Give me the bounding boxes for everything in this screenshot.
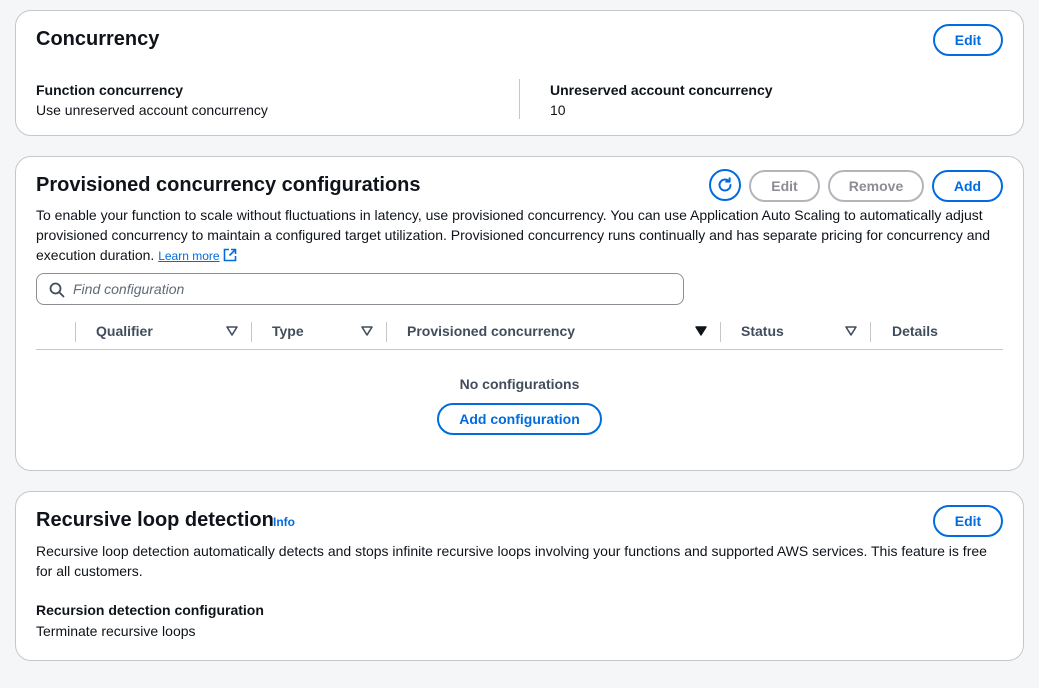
concurrency-panel: Concurrency Edit Function concurrency Us… (15, 10, 1024, 136)
refresh-button[interactable] (709, 169, 741, 201)
recursive-title: Recursive loop detection (36, 509, 274, 531)
unreserved-concurrency-value: 10 (550, 102, 566, 118)
recursion-config-value: Terminate recursive loops (36, 623, 196, 639)
learn-more-link[interactable]: Learn more (158, 249, 219, 263)
recursion-config-label: Recursion detection configuration (36, 602, 264, 618)
provisioned-edit-button[interactable]: Edit (749, 170, 820, 202)
column-header-qualifier[interactable]: Qualifier (96, 323, 153, 339)
column-header-provisioned-concurrency[interactable]: Provisioned concurrency (407, 323, 575, 339)
find-configuration-search (36, 273, 684, 305)
recursive-loop-detection-panel: Recursive loop detection Info Edit Recur… (15, 491, 1024, 661)
provisioned-concurrency-panel: Provisioned concurrency configurations E… (15, 156, 1024, 471)
info-link[interactable]: Info (273, 515, 295, 529)
column-divider (519, 79, 520, 119)
search-icon (49, 282, 65, 298)
column-separator (870, 322, 871, 342)
refresh-icon (718, 177, 732, 192)
column-separator (386, 322, 387, 342)
concurrency-edit-button[interactable]: Edit (933, 24, 1003, 56)
recursive-edit-button[interactable]: Edit (933, 505, 1003, 537)
provisioned-remove-button[interactable]: Remove (828, 170, 924, 202)
empty-state-text: No configurations (459, 376, 580, 392)
sort-caret-icon[interactable] (361, 326, 373, 336)
sort-caret-filled-icon[interactable] (695, 326, 707, 336)
column-separator (75, 322, 76, 342)
concurrency-title: Concurrency (36, 28, 160, 50)
recursive-description: Recursive loop detection automatically d… (36, 543, 987, 579)
learn-more-label: Learn more (158, 249, 220, 263)
function-concurrency-value: Use unreserved account concurrency (36, 102, 268, 118)
table-header-divider (36, 349, 1003, 350)
column-separator (251, 322, 252, 342)
provisioned-title: Provisioned concurrency configurations (36, 174, 421, 196)
add-configuration-button[interactable]: Add configuration (437, 403, 602, 435)
sort-caret-icon[interactable] (226, 326, 238, 336)
provisioned-description: To enable your function to scale without… (36, 205, 996, 266)
sort-caret-icon[interactable] (845, 326, 857, 336)
column-header-details: Details (892, 323, 938, 339)
function-concurrency-label: Function concurrency (36, 82, 184, 98)
unreserved-concurrency-label: Unreserved account concurrency (550, 82, 773, 98)
column-header-status[interactable]: Status (741, 323, 784, 339)
provisioned-add-button[interactable]: Add (932, 170, 1003, 202)
external-link-icon (224, 248, 237, 262)
column-header-type[interactable]: Type (272, 323, 304, 339)
find-configuration-input[interactable] (73, 278, 673, 300)
column-separator (720, 322, 721, 342)
